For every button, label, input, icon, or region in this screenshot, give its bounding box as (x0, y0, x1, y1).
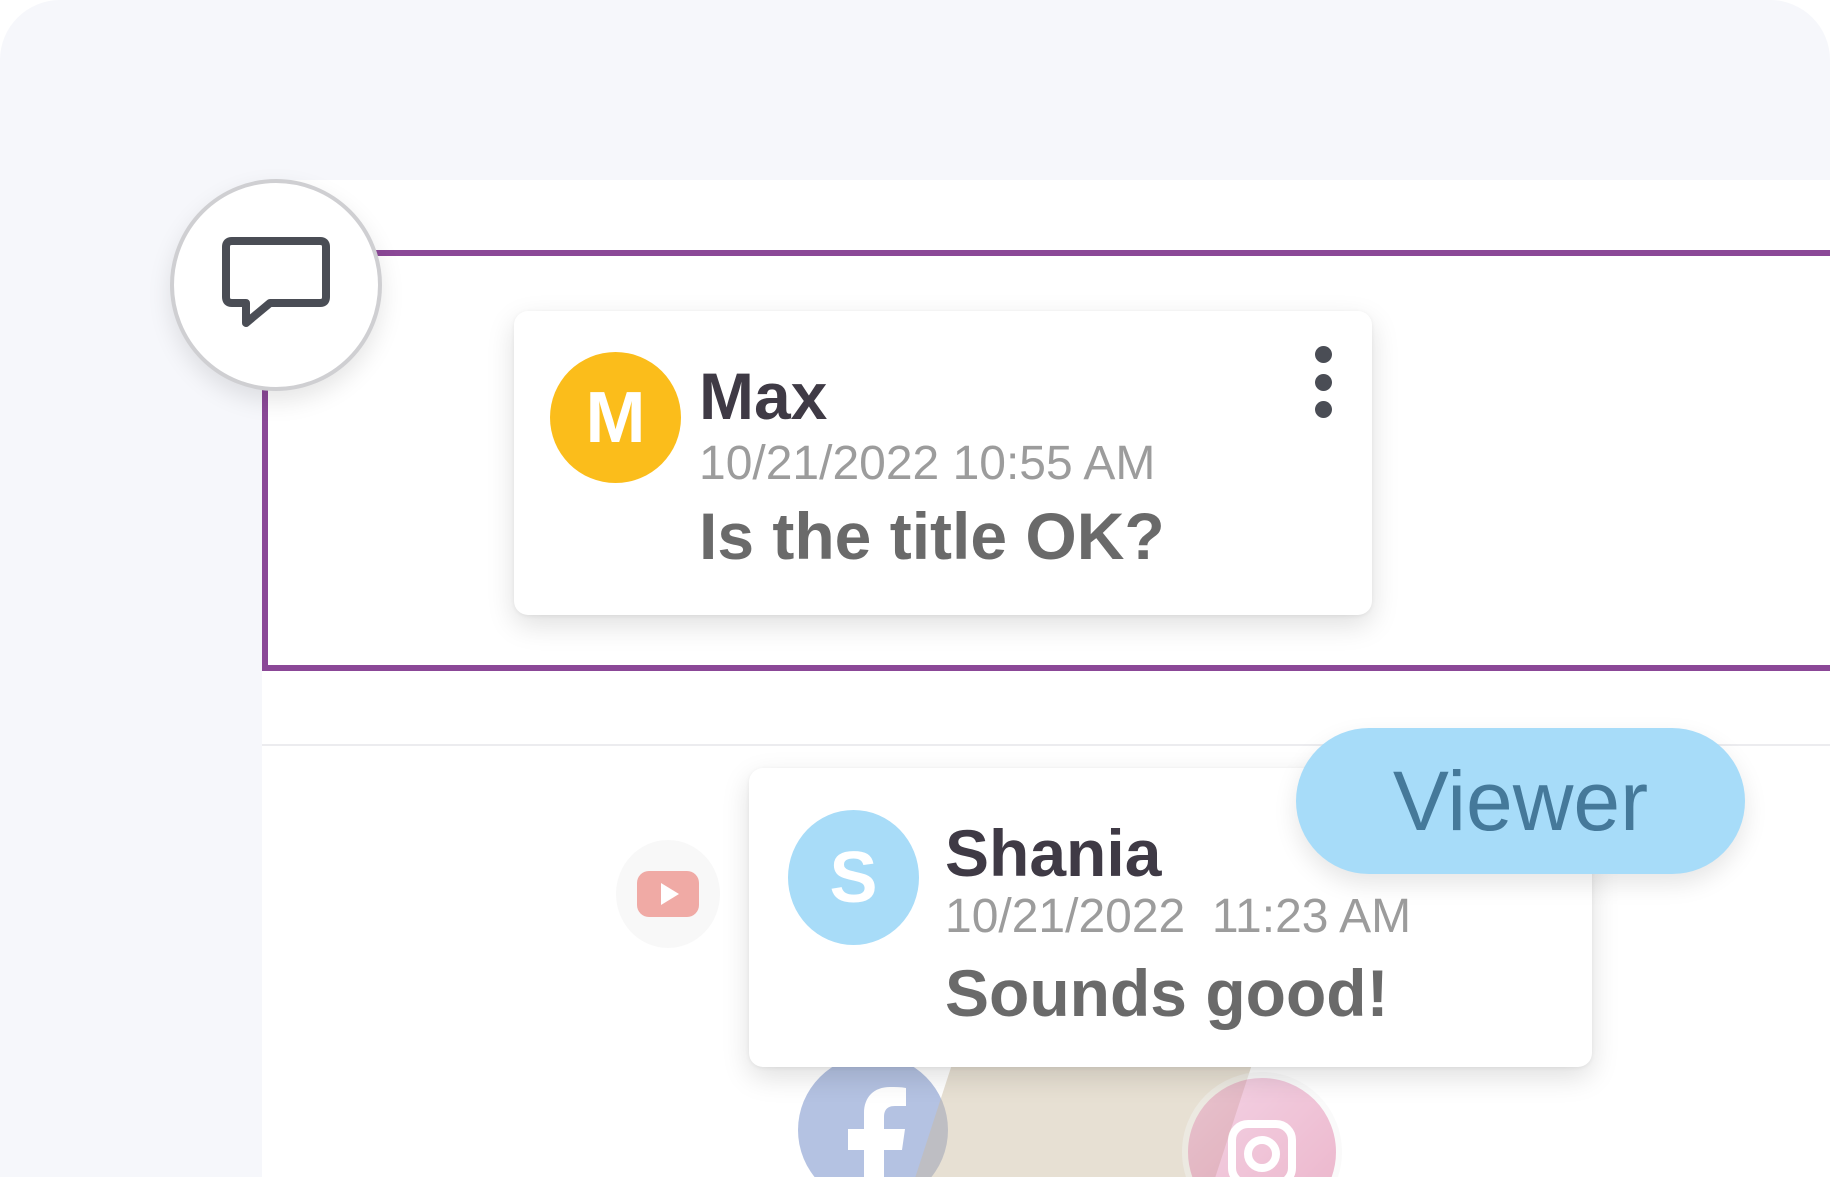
comment-text: Sounds good! (945, 956, 1389, 1030)
comment-timestamp: 10/21/2022 10:55 AM (699, 437, 1156, 490)
comment-timestamp: 10/21/2022 11:23 AM (945, 890, 1412, 943)
kebab-menu-icon[interactable] (1305, 342, 1341, 422)
speech-bubble-icon (222, 235, 330, 336)
instagram-icon (1182, 1072, 1342, 1177)
comment-author: Shania (945, 816, 1162, 890)
youtube-icon (616, 840, 720, 948)
avatar-initial: M (585, 377, 646, 458)
comment-author: Max (699, 359, 828, 433)
avatar: M (550, 352, 681, 483)
role-badge: Viewer (1296, 728, 1745, 874)
app-background: M Max 10/21/2022 10:55 AM Is the title O… (0, 0, 1830, 1177)
comment-text: Is the title OK? (699, 499, 1165, 573)
avatar-initial: S (829, 837, 878, 918)
avatar: S (788, 810, 919, 945)
comment-toggle-button[interactable] (170, 179, 382, 391)
